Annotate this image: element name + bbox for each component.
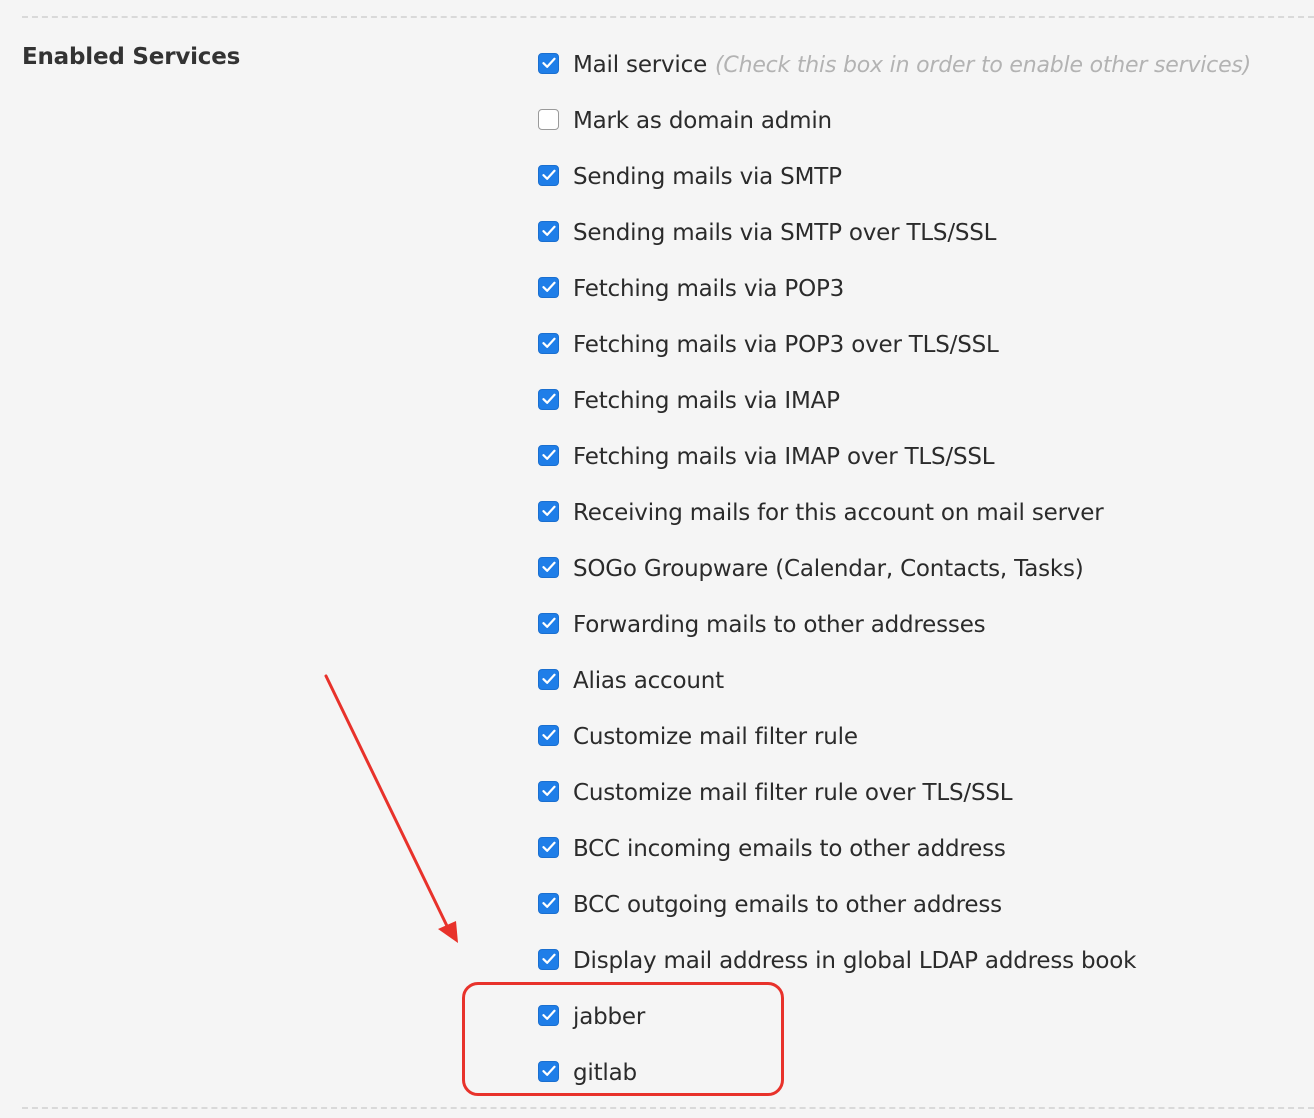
annotation-highlight-box — [462, 982, 784, 1096]
receiving-mails-for-this-account-on-mail-server-checkbox[interactable] — [538, 500, 559, 522]
checkmark-icon — [541, 449, 556, 460]
checkmark-icon — [541, 897, 556, 908]
service-item-mark-as-domain-admin[interactable]: Mark as domain admin — [538, 93, 1251, 149]
checkmark-icon — [541, 841, 556, 852]
service-label[interactable]: Display mail address in global LDAP addr… — [573, 948, 1136, 974]
checkmark-icon — [541, 393, 556, 404]
checkmark-icon — [541, 57, 556, 68]
services-checkbox-list: Mail service (Check this box in order to … — [538, 37, 1251, 1101]
service-label[interactable]: Customize mail filter rule — [573, 724, 858, 750]
display-mail-address-in-global-ldap-address-book-checkbox[interactable] — [538, 948, 559, 970]
service-item-bcc-outgoing-emails-to-other-address[interactable]: BCC outgoing emails to other address — [538, 877, 1251, 933]
enabled-services-panel: Enabled Services Mail service (Check this… — [0, 0, 1314, 1118]
top-divider — [22, 16, 1314, 18]
service-label[interactable]: Mail service — [573, 52, 707, 78]
service-label[interactable]: Forwarding mails to other addresses — [573, 612, 986, 638]
service-hint: (Check this box in order to enable other… — [715, 52, 1252, 78]
mail-service-checkbox[interactable] — [538, 52, 559, 74]
checkmark-icon — [541, 785, 556, 796]
forwarding-mails-to-other-addresses-checkbox[interactable] — [538, 612, 559, 634]
service-item-fetching-mails-via-pop3-over-tls-ssl[interactable]: Fetching mails via POP3 over TLS/SSL — [538, 317, 1251, 373]
sending-mails-via-smtp-over-tls-ssl-checkbox[interactable] — [538, 220, 559, 242]
service-item-display-mail-address-in-global-ldap-address-book[interactable]: Display mail address in global LDAP addr… — [538, 933, 1251, 989]
fetching-mails-via-pop3-checkbox[interactable] — [538, 276, 559, 298]
checkmark-icon — [541, 673, 556, 684]
checkmark-icon — [541, 281, 556, 292]
checkmark-icon — [541, 953, 556, 964]
alias-account-checkbox[interactable] — [538, 668, 559, 690]
service-label[interactable]: Sending mails via SMTP — [573, 164, 842, 190]
checkmark-icon — [541, 729, 556, 740]
bcc-outgoing-emails-to-other-address-checkbox[interactable] — [538, 892, 559, 914]
service-label[interactable]: Fetching mails via IMAP — [573, 388, 840, 414]
checkmark-icon — [541, 505, 556, 516]
service-item-sogo-groupware-calendar-contacts-tasks[interactable]: SOGo Groupware (Calendar, Contacts, Task… — [538, 541, 1251, 597]
service-label[interactable]: Receiving mails for this account on mail… — [573, 500, 1104, 526]
checkmark-icon — [541, 225, 556, 236]
checkmark-icon — [541, 169, 556, 180]
bottom-divider — [22, 1107, 1314, 1109]
checkmark-icon — [541, 561, 556, 572]
fetching-mails-via-imap-over-tls-ssl-checkbox[interactable] — [538, 444, 559, 466]
sogo-groupware-calendar-contacts-tasks-checkbox[interactable] — [538, 556, 559, 578]
customize-mail-filter-rule-checkbox[interactable] — [538, 724, 559, 746]
service-label[interactable]: Fetching mails via POP3 over TLS/SSL — [573, 332, 999, 358]
service-label[interactable]: Customize mail filter rule over TLS/SSL — [573, 780, 1013, 806]
fetching-mails-via-imap-checkbox[interactable] — [538, 388, 559, 410]
service-label[interactable]: Fetching mails via IMAP over TLS/SSL — [573, 444, 995, 470]
section-label: Enabled Services — [22, 44, 241, 70]
service-item-forwarding-mails-to-other-addresses[interactable]: Forwarding mails to other addresses — [538, 597, 1251, 653]
fetching-mails-via-pop3-over-tls-ssl-checkbox[interactable] — [538, 332, 559, 354]
service-item-sending-mails-via-smtp-over-tls-ssl[interactable]: Sending mails via SMTP over TLS/SSL — [538, 205, 1251, 261]
sending-mails-via-smtp-checkbox[interactable] — [538, 164, 559, 186]
service-item-receiving-mails-for-this-account-on-mail-server[interactable]: Receiving mails for this account on mail… — [538, 485, 1251, 541]
mark-as-domain-admin-checkbox[interactable] — [538, 108, 559, 130]
service-label[interactable]: SOGo Groupware (Calendar, Contacts, Task… — [573, 556, 1084, 582]
service-item-customize-mail-filter-rule[interactable]: Customize mail filter rule — [538, 709, 1251, 765]
service-item-fetching-mails-via-pop3[interactable]: Fetching mails via POP3 — [538, 261, 1251, 317]
service-label[interactable]: Fetching mails via POP3 — [573, 276, 844, 302]
service-label[interactable]: Alias account — [573, 668, 724, 694]
service-label[interactable]: Sending mails via SMTP over TLS/SSL — [573, 220, 996, 246]
service-item-sending-mails-via-smtp[interactable]: Sending mails via SMTP — [538, 149, 1251, 205]
service-item-mail-service[interactable]: Mail service (Check this box in order to … — [538, 37, 1251, 93]
service-item-alias-account[interactable]: Alias account — [538, 653, 1251, 709]
customize-mail-filter-rule-over-tls-ssl-checkbox[interactable] — [538, 780, 559, 802]
service-item-customize-mail-filter-rule-over-tls-ssl[interactable]: Customize mail filter rule over TLS/SSL — [538, 765, 1251, 821]
service-item-fetching-mails-via-imap-over-tls-ssl[interactable]: Fetching mails via IMAP over TLS/SSL — [538, 429, 1251, 485]
bcc-incoming-emails-to-other-address-checkbox[interactable] — [538, 836, 559, 858]
service-item-fetching-mails-via-imap[interactable]: Fetching mails via IMAP — [538, 373, 1251, 429]
service-label[interactable]: Mark as domain admin — [573, 108, 832, 134]
service-label[interactable]: BCC outgoing emails to other address — [573, 892, 1002, 918]
checkmark-icon — [541, 617, 556, 628]
service-item-bcc-incoming-emails-to-other-address[interactable]: BCC incoming emails to other address — [538, 821, 1251, 877]
service-label[interactable]: BCC incoming emails to other address — [573, 836, 1006, 862]
checkmark-icon — [541, 337, 556, 348]
